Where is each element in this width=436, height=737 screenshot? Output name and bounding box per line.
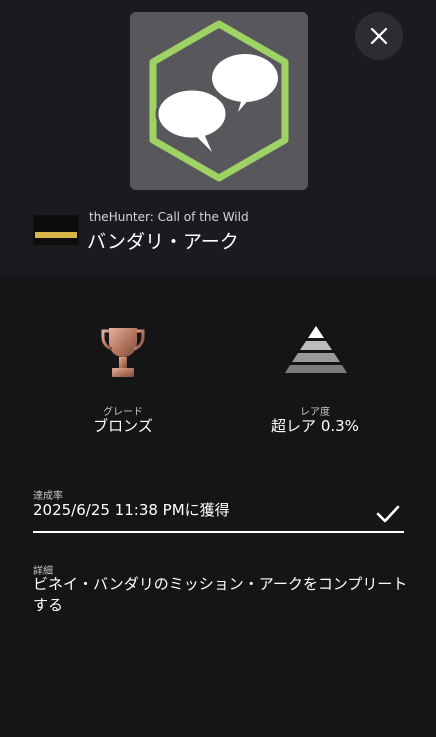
checkmark-icon: [376, 505, 400, 523]
progress-bar: [33, 531, 404, 533]
ultra-rare-pyramid-icon: [285, 326, 347, 373]
game-title: theHunter: Call of the Wild: [89, 210, 249, 224]
game-logo-icon: [33, 215, 79, 245]
trophy-header: theHunter: Call of the Wild バンダリ・アーク: [0, 0, 436, 276]
close-icon: [370, 27, 388, 45]
earned-date: 2025/6/25 11:38 PMに獲得: [33, 501, 230, 519]
trophy-image: [130, 12, 308, 190]
bronze-trophy-icon: [101, 328, 145, 377]
grade-value: ブロンズ: [93, 417, 153, 435]
rarity-value: 超レア 0.3%: [271, 417, 359, 435]
game-logo: [33, 215, 79, 245]
details-description: ビネイ・バンダリのミッション・アークをコンプリートする: [33, 575, 408, 614]
trophy-name: バンダリ・アーク: [87, 231, 239, 253]
close-button[interactable]: [355, 12, 403, 60]
speech-bubbles-hexagon-icon: [149, 20, 289, 182]
